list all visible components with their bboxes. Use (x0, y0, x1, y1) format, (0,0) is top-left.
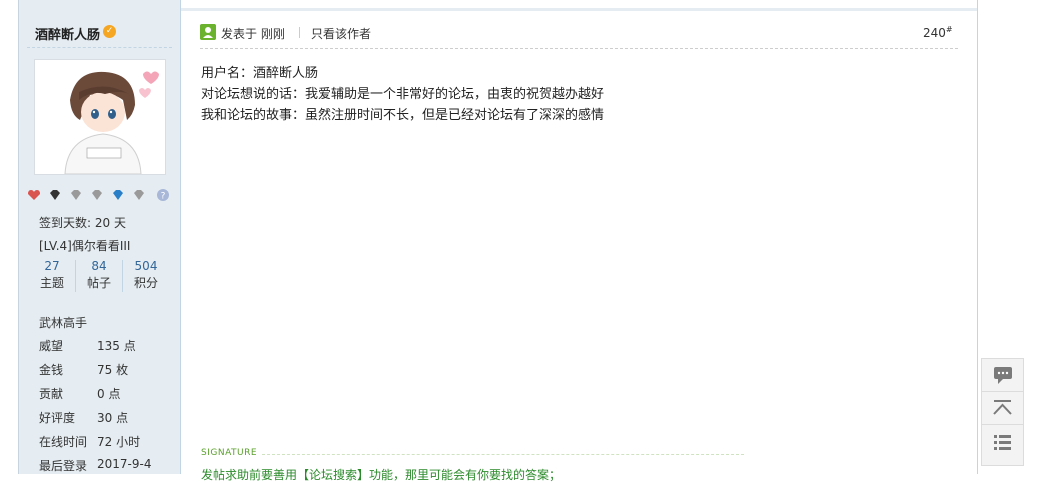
blue-gem-medal-icon[interactable] (111, 188, 125, 202)
count-label: 主题 (39, 276, 64, 290)
info-value: 135 点 (97, 339, 136, 353)
info-key: 贡献 (39, 387, 64, 401)
svg-text:?: ? (161, 192, 166, 202)
author-name-link[interactable]: 酒醉断人肠 (35, 24, 100, 43)
list-icon (994, 435, 1011, 450)
post-line-message: 对论坛想说的话：我爱辅助是一个非常好的论坛，由衷的祝贺越办越好 (201, 87, 605, 102)
signature-label: SIGNATURE (201, 448, 258, 458)
verified-icon: ✓ (103, 25, 116, 38)
count-value: 84 (91, 259, 107, 273)
info-key: 金钱 (39, 363, 64, 377)
post-header: 发表于 刚刚 只看该作者 240# (200, 24, 960, 44)
avatar-image (35, 60, 165, 174)
posted-time-value: 刚刚 (260, 27, 285, 41)
right-border (977, 0, 978, 474)
info-key: 好评度 (39, 411, 76, 425)
signin-days: 签到天数: 20 天 (39, 216, 126, 230)
divider (27, 47, 172, 49)
info-value: 30 点 (97, 411, 129, 425)
diamond-medal-icon[interactable] (69, 188, 83, 202)
user-level[interactable]: [LV.4]偶尔看看III (39, 237, 130, 254)
post-line-story: 我和论坛的故事：虽然注册时间不长，但是已经对论坛有了深深的感情 (201, 108, 605, 123)
medal-row: ? (27, 188, 177, 204)
count-posts[interactable]: 84 帖子 (76, 258, 122, 294)
floor-sup: # (945, 25, 953, 34)
info-value: 72 小时 (97, 435, 141, 449)
comment-icon (994, 367, 1012, 384)
author-sidebar: 酒醉断人肠 ✓ ? 签到天数: 20 天 [LV.4]偶尔看看III 27 主题… (19, 0, 181, 474)
divider (200, 48, 958, 50)
avatar[interactable] (34, 59, 166, 175)
floor-value: 240 (923, 26, 946, 40)
user-counts: 27 主题 84 帖子 504 积分 (27, 258, 172, 294)
rank-title: 武林高手 (39, 316, 88, 330)
count-value: 504 (134, 259, 158, 273)
divider (262, 454, 744, 456)
return-list-button[interactable] (981, 424, 1024, 466)
floating-toolbar (981, 358, 1024, 474)
info-key: 在线时间 (39, 435, 88, 449)
count-label: 积分 (133, 276, 158, 290)
posted-prefix: 发表于 (221, 27, 258, 41)
signature-text[interactable]: 发帖求助前要善用【论坛搜索】功能，那里可能会有你要找的答案； (201, 466, 561, 483)
reply-button[interactable] (981, 358, 1024, 392)
only-author-link[interactable]: 只看该作者 (311, 25, 371, 42)
post-top-border (181, 8, 977, 11)
count-value: 27 (44, 259, 60, 273)
arrow-up-icon (993, 400, 1012, 415)
back-to-top-button[interactable] (981, 391, 1024, 425)
question-medal-icon[interactable]: ? (156, 188, 170, 202)
divider (299, 27, 300, 38)
count-topics[interactable]: 27 主题 (29, 258, 75, 294)
diamond-medal-icon[interactable] (90, 188, 104, 202)
info-value: 2017-9-4 (97, 457, 152, 471)
info-value: 75 枚 (97, 363, 129, 377)
gem-medal-icon[interactable] (48, 188, 62, 202)
heart-medal-icon[interactable] (27, 188, 41, 202)
diamond-medal-icon[interactable] (132, 188, 146, 202)
posted-time: 发表于 刚刚 (221, 25, 285, 42)
floor-number[interactable]: 240# (923, 25, 953, 40)
online-status-icon (200, 24, 216, 40)
info-key: 威望 (39, 339, 64, 353)
count-label: 帖子 (86, 276, 111, 290)
count-points[interactable]: 504 积分 (123, 258, 169, 294)
info-key: 最后登录 (39, 459, 88, 473)
post-line-username: 用户名：酒醉断人肠 (201, 66, 319, 81)
info-value: 0 点 (97, 387, 121, 401)
